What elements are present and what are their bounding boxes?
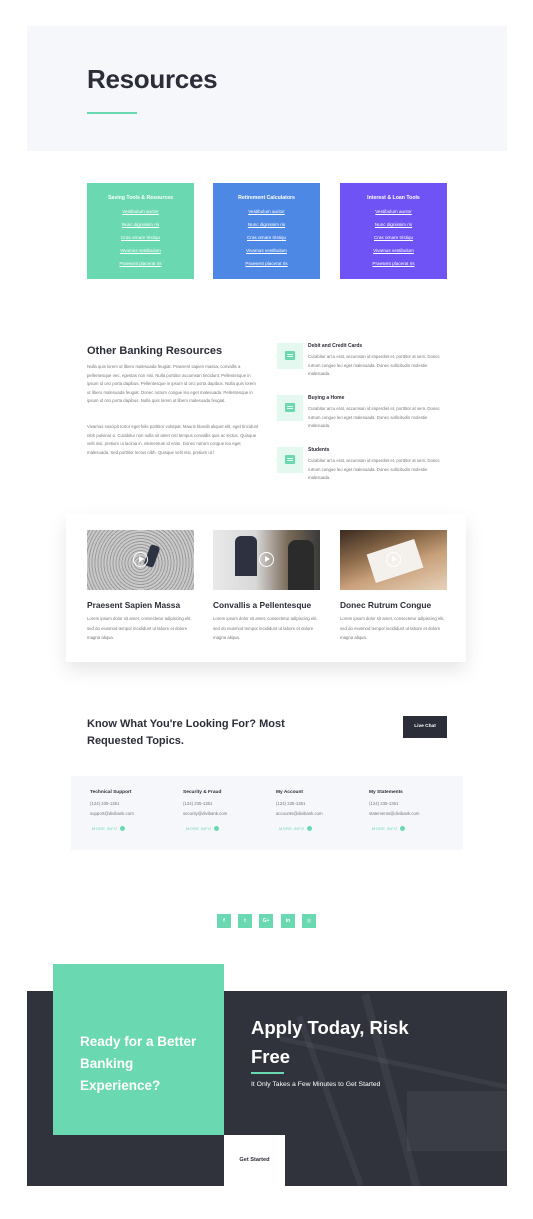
video-title[interactable]: Donec Rutrum Congue: [340, 600, 431, 610]
get-started-button[interactable]: Get Started: [224, 1135, 285, 1186]
tool-link[interactable]: Nunc dignissim ris: [87, 222, 194, 227]
body-paragraph: Nulla quis lorem ut libero malesuada feu…: [87, 364, 256, 404]
body-paragraph: Vivamus suscipit tortor eget felis portt…: [87, 424, 259, 455]
tool-link[interactable]: Nunc dignissim ris: [213, 222, 320, 227]
tool-link[interactable]: Vestibulum auctor: [213, 209, 320, 214]
tool-link[interactable]: Cras ornare tristiqu: [340, 235, 447, 240]
tool-link[interactable]: Nunc dignissim ris: [340, 222, 447, 227]
home-icon: [277, 395, 303, 421]
more-info-link[interactable]: MORE INFO: [92, 826, 125, 831]
contact-email[interactable]: statements@divibank.com: [369, 811, 419, 816]
play-icon[interactable]: [386, 552, 401, 567]
tool-card-retirement: Retirement Calculators Vestibulum auctor…: [213, 183, 320, 279]
feature-text: Curabitur arcu erat, accumsan id imperdi…: [308, 458, 440, 481]
video-thumbnail[interactable]: [340, 530, 447, 590]
linkedin-icon[interactable]: in: [281, 914, 295, 928]
cta-underline: [251, 1072, 284, 1074]
more-info-link[interactable]: MORE INFO: [186, 826, 219, 831]
video-title[interactable]: Convallis a Pellentesque: [213, 600, 311, 610]
contact-title: Security & Fraud: [183, 790, 222, 795]
tool-card-interest: Interest & Loan Tools Vestibulum auctor …: [340, 183, 447, 279]
feature-text: Curabitur arcu erat, accumsan id imperdi…: [308, 406, 440, 429]
tool-link[interactable]: Vivamus vestibulum: [340, 248, 447, 253]
feature-title: Students: [308, 447, 330, 453]
tool-link[interactable]: Vestibulum auctor: [340, 209, 447, 214]
arrow-icon: [306, 826, 312, 831]
title-underline: [87, 112, 137, 114]
contact-title: My Statements: [369, 790, 403, 795]
arrow-icon: [119, 826, 125, 831]
play-icon[interactable]: [259, 552, 274, 567]
video-thumbnail[interactable]: [87, 530, 194, 590]
tool-link[interactable]: Praesent placerat ris: [87, 261, 194, 266]
tool-card-title: Interest & Loan Tools: [367, 195, 420, 201]
contact-email[interactable]: accounts@divibank.com: [276, 811, 323, 816]
arrow-icon: [213, 826, 219, 831]
feature-text: Curabitur arcu erat, accumsan id imperdi…: [308, 354, 440, 377]
contact-phone: (124) 235-1351: [183, 801, 213, 806]
tool-link[interactable]: Cras ornare tristiqu: [213, 235, 320, 240]
tool-link[interactable]: Praesent placerat ris: [340, 261, 447, 266]
play-icon[interactable]: [133, 552, 148, 567]
video-title[interactable]: Praesent Sapien Massa: [87, 600, 180, 610]
facebook-icon[interactable]: f: [217, 914, 231, 928]
contact-email[interactable]: security@divibank.com: [183, 811, 227, 816]
contact-title: My Account: [276, 790, 304, 795]
video-description: Lorem ipsum dolor sit amet, consectetur …: [340, 616, 445, 641]
section-title: Other Banking Resources: [87, 345, 223, 357]
tool-link[interactable]: Vivamus vestibulum: [87, 248, 194, 253]
contact-phone: (124) 235-1351: [276, 801, 306, 806]
cta-tagline: Ready for a Better Banking Experience?: [80, 1034, 197, 1093]
contact-title: Technical Support: [90, 790, 132, 795]
cta-title: Apply Today, Risk Free: [251, 1017, 409, 1067]
instagram-icon[interactable]: ◎: [302, 914, 316, 928]
tool-link[interactable]: Vestibulum auctor: [87, 209, 194, 214]
tool-link[interactable]: Praesent placerat ris: [213, 261, 320, 266]
video-description: Lorem ipsum dolor sit amet, consectetur …: [87, 616, 192, 641]
tool-link[interactable]: Cras ornare tristiqu: [87, 235, 194, 240]
feature-title: Buying a Home: [308, 395, 345, 401]
video-thumbnail[interactable]: [213, 530, 320, 590]
cta-subtitle: It Only Takes a Few Minutes to Get Start…: [251, 1081, 381, 1088]
more-info-link[interactable]: MORE INFO: [279, 826, 312, 831]
student-icon: [277, 447, 303, 473]
video-description: Lorem ipsum dolor sit amet, consectetur …: [213, 616, 318, 641]
page-title: Resources: [87, 64, 218, 94]
live-chat-button[interactable]: Live Chat: [403, 716, 447, 738]
twitter-icon[interactable]: t: [238, 914, 252, 928]
contact-phone: (124) 235-1351: [90, 801, 120, 806]
contact-email[interactable]: support@divibank.com: [90, 811, 134, 816]
contact-phone: (124) 235-1351: [369, 801, 399, 806]
tool-card-saving: Saving Tools & Resources Vestibulum auct…: [87, 183, 194, 279]
tool-card-title: Retirement Calculators: [238, 195, 295, 201]
google-plus-icon[interactable]: G+: [259, 914, 273, 928]
tool-card-title: Saving Tools & Resources: [107, 195, 174, 201]
tool-link[interactable]: Vivamus vestibulum: [213, 248, 320, 253]
arrow-icon: [399, 826, 405, 831]
feature-title: Debit and Credit Cards: [308, 343, 363, 349]
card-icon: [277, 343, 303, 369]
more-info-link[interactable]: MORE INFO: [372, 826, 405, 831]
requested-topics-title: Know What You're Looking For? Most Reque…: [87, 718, 285, 747]
